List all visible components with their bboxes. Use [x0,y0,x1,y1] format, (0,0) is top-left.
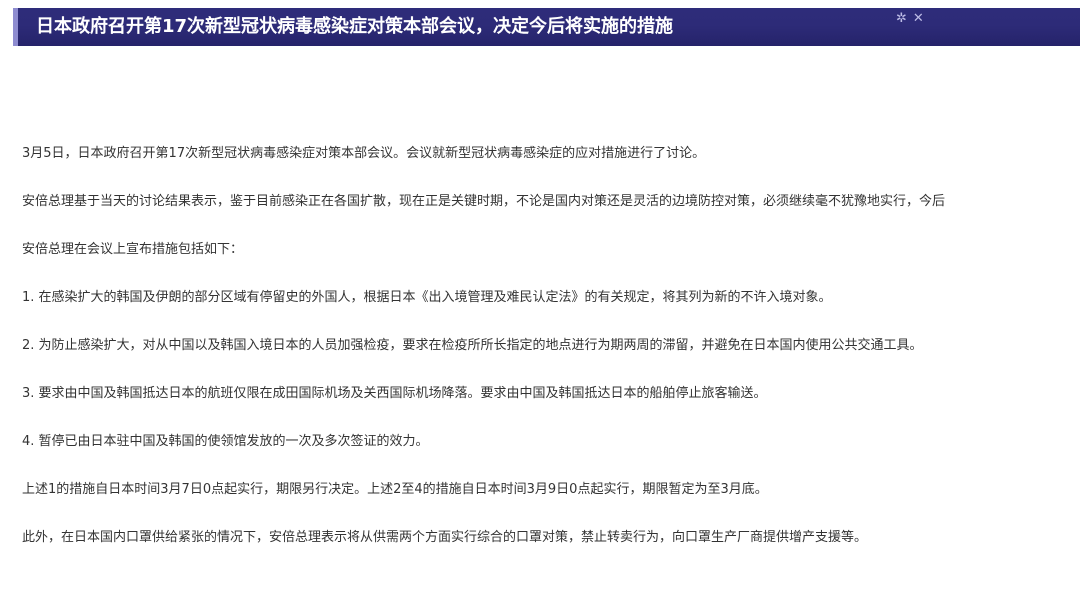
measure-item-2: 2. 为防止感染扩大，对从中国以及韩国入境日本的人员加强检疫，要求在检疫所所长指… [22,338,923,353]
close-icon[interactable]: ✕ [913,11,924,27]
measure-item-3: 3. 要求由中国及韩国抵达日本的航班仅限在成田国际机场及关西国际机场降落。要求由… [22,386,767,401]
paragraph-intro: 3月5日，日本政府召开第17次新型冠状病毒感染症对策本部会议。会议就新型冠状病毒… [22,146,706,161]
paragraph-masks: 此外，在日本国内口罩供给紧张的情况下，安倍总理表示将从供需两个方面实行综合的口罩… [22,530,868,545]
title-bar-controls: ✲ ✕ [896,11,924,27]
title-bar: 日本政府召开第17次新型冠状病毒感染症对策本部会议，决定今后将实施的措施 ✲ ✕ [13,8,1080,46]
paragraph-statement: 安倍总理基于当天的讨论结果表示，鉴于目前感染正在各国扩散，现在正是关键时期，不论… [22,194,946,209]
paragraph-announcement: 安倍总理在会议上宣布措施包括如下： [22,242,244,257]
page: 日本政府召开第17次新型冠状病毒感染症对策本部会议，决定今后将实施的措施 ✲ ✕… [0,0,1080,596]
measure-item-1: 1. 在感染扩大的韩国及伊朗的部分区域有停留史的外国人，根据日本《出入境管理及难… [22,290,832,305]
page-title: 日本政府召开第17次新型冠状病毒感染症对策本部会议，决定今后将实施的措施 [36,16,674,37]
measure-item-4: 4. 暂停已由日本驻中国及韩国的使领馆发放的一次及多次签证的效力。 [22,434,429,449]
article-body: 3月5日，日本政府召开第17次新型冠状病毒感染症对策本部会议。会议就新型冠状病毒… [22,142,1080,574]
paragraph-effective-dates: 上述1的措施自日本时间3月7日0点起实行，期限另行决定。上述2至4的措施自日本时… [22,482,768,497]
settings-icon[interactable]: ✲ [896,11,907,27]
